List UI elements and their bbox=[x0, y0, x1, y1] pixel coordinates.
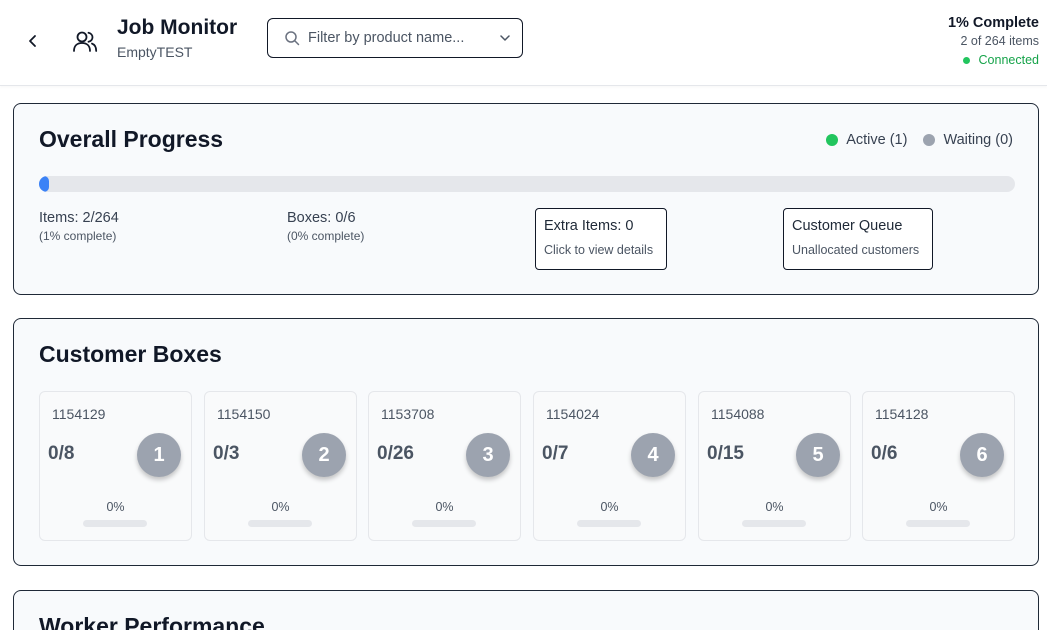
box-number-badge: 5 bbox=[796, 433, 840, 477]
box-percent: 0% bbox=[765, 500, 784, 514]
connection-status: Connected bbox=[948, 53, 1039, 67]
overall-progress-fill bbox=[39, 176, 49, 192]
box-progress-bar bbox=[83, 520, 147, 527]
complete-percent: 1% Complete bbox=[947, 15, 1039, 31]
items-stat-percent: (1% complete) bbox=[39, 229, 117, 243]
status-dot-icon bbox=[962, 56, 970, 64]
customer-id: 1154129 bbox=[52, 406, 106, 422]
customer-boxes-card: Customer Boxes 1154129 0/8 1 0% 1154150 … bbox=[13, 318, 1039, 566]
box-progress-bar bbox=[248, 520, 312, 527]
waiting-dot-icon bbox=[923, 134, 936, 146]
chevron-down-icon[interactable] bbox=[498, 31, 512, 45]
box-number-badge: 1 bbox=[137, 433, 181, 477]
box-progress-bar bbox=[906, 520, 970, 527]
customer-id: 1154024 bbox=[546, 406, 600, 422]
customer-id: 1154088 bbox=[711, 406, 765, 422]
box-percent: 0% bbox=[271, 500, 290, 514]
job-status: 1% Complete 2 of 264 items Connected bbox=[948, 15, 1039, 67]
worker-performance-card: Worker Performance bbox=[13, 590, 1039, 630]
page-title: Job Monitor bbox=[117, 16, 238, 39]
app-header: Job Monitor EmptyTEST Filter by product … bbox=[0, 0, 1047, 86]
box-item-count: 0/6 bbox=[871, 443, 898, 464]
active-label: Active (1) bbox=[846, 132, 908, 148]
active-dot-icon bbox=[826, 134, 839, 146]
items-stat: Items: 2/264 (1% complete) bbox=[39, 210, 119, 243]
extra-items-button[interactable]: Extra Items: 0 Click to view details bbox=[535, 208, 667, 270]
extra-items-hint: Click to view details bbox=[544, 243, 654, 257]
items-count: 2 of 264 items bbox=[960, 34, 1039, 48]
boxes-stat: Boxes: 0/6 (0% complete) bbox=[287, 210, 364, 243]
box-item-count: 0/26 bbox=[377, 443, 414, 464]
customer-id: 1154128 bbox=[875, 406, 929, 422]
customer-box-card[interactable]: 1154128 0/6 6 0% bbox=[862, 391, 1015, 541]
boxes-stat-percent: (0% complete) bbox=[287, 229, 365, 243]
customer-box-card[interactable]: 1154024 0/7 4 0% bbox=[533, 391, 686, 541]
worker-performance-title: Worker Performance bbox=[39, 613, 265, 630]
job-name: EmptyTEST bbox=[117, 44, 193, 60]
box-item-count: 0/3 bbox=[213, 443, 240, 464]
box-percent: 0% bbox=[600, 500, 619, 514]
box-percent: 0% bbox=[929, 500, 948, 514]
connection-label: Connected bbox=[978, 53, 1039, 67]
customer-id: 1153708 bbox=[381, 406, 435, 422]
overall-progress-card: Overall Progress Active (1) Waiting (0) … bbox=[13, 103, 1039, 295]
box-number-badge: 6 bbox=[960, 433, 1004, 477]
chevron-left-icon bbox=[29, 35, 36, 47]
overall-progress-bar bbox=[39, 176, 1015, 192]
status-legend: Active (1) Waiting (0) bbox=[826, 132, 1013, 148]
customer-box-card[interactable]: 1154088 0/15 5 0% bbox=[698, 391, 851, 541]
box-progress-bar bbox=[577, 520, 641, 527]
box-item-count: 0/15 bbox=[707, 443, 744, 464]
search-icon bbox=[285, 31, 300, 46]
items-stat-value: Items: 2/264 bbox=[39, 210, 119, 226]
box-progress-bar bbox=[412, 520, 476, 527]
overall-progress-title: Overall Progress bbox=[39, 126, 224, 152]
customer-box-card[interactable]: 1153708 0/26 3 0% bbox=[368, 391, 521, 541]
box-number-badge: 4 bbox=[631, 433, 675, 477]
search-placeholder: Filter by product name... bbox=[308, 30, 465, 46]
box-percent: 0% bbox=[435, 500, 454, 514]
customer-box-card[interactable]: 1154129 0/8 1 0% bbox=[39, 391, 192, 541]
box-number-badge: 2 bbox=[302, 433, 346, 477]
customer-boxes-title: Customer Boxes bbox=[39, 341, 222, 367]
box-percent: 0% bbox=[106, 500, 125, 514]
boxes-stat-value: Boxes: 0/6 bbox=[287, 210, 356, 226]
box-number-badge: 3 bbox=[466, 433, 510, 477]
waiting-label: Waiting (0) bbox=[943, 132, 1013, 148]
customer-queue-hint: Unallocated customers bbox=[792, 243, 920, 257]
customer-box-card[interactable]: 1154150 0/3 2 0% bbox=[204, 391, 357, 541]
box-item-count: 0/8 bbox=[48, 443, 75, 464]
customer-queue-label: Customer Queue bbox=[792, 218, 903, 234]
customer-id: 1154150 bbox=[217, 406, 271, 422]
customer-queue-button[interactable]: Customer Queue Unallocated customers bbox=[783, 208, 933, 270]
box-item-count: 0/7 bbox=[542, 443, 569, 464]
back-button[interactable] bbox=[22, 30, 44, 52]
box-progress-bar bbox=[742, 520, 806, 527]
users-icon bbox=[73, 31, 98, 52]
extra-items-label: Extra Items: 0 bbox=[544, 218, 634, 234]
product-filter-input[interactable]: Filter by product name... bbox=[267, 18, 523, 58]
